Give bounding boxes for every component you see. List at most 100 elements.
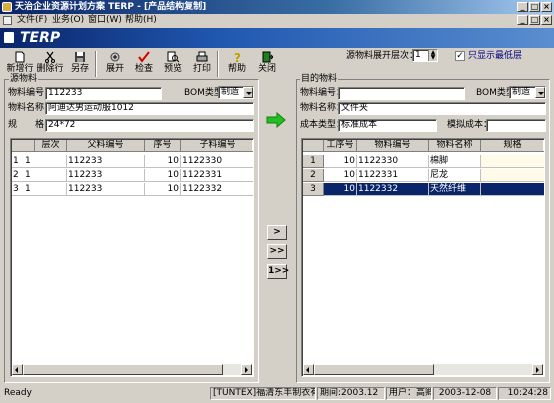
save-as-button[interactable]: 另存 <box>63 50 97 78</box>
menu-help[interactable]: 帮助(H) <box>125 14 157 27</box>
source-group-legend: 源物料 <box>9 74 39 84</box>
target-col-code[interactable]: 物料编号 <box>357 140 429 152</box>
source-col-level[interactable]: 层次 <box>35 140 67 152</box>
cell-op: 10 <box>324 183 357 196</box>
target-bom-value: 制造 <box>512 87 531 97</box>
only-lowest-checkbox[interactable]: ✓ <box>455 51 465 61</box>
cell-seq: 10 <box>145 183 181 196</box>
scroll-thumb[interactable] <box>23 364 223 375</box>
table-row-selected[interactable]: 3 10 1122332 天然纤维 <box>303 183 544 196</box>
target-name-input[interactable]: 文件夹 <box>338 102 546 115</box>
source-bom-select[interactable]: 制造 <box>218 86 254 99</box>
cell-code: 1122332 <box>357 183 429 196</box>
cell-parent: 112233 <box>67 169 145 182</box>
chevron-down-icon[interactable] <box>535 87 545 98</box>
toolbar-separator <box>95 51 97 77</box>
status-date: 2003-12-08 <box>433 387 497 400</box>
target-grid[interactable]: 工序号 物料编号 物料名称 规格 1 10 1122330 棉脚 2 10 11… <box>301 138 545 377</box>
scroll-thumb[interactable] <box>314 364 434 375</box>
scroll-left-icon[interactable] <box>303 364 314 375</box>
cell-op: 10 <box>324 169 357 182</box>
new-document-icon <box>15 51 25 63</box>
spinner-arrows-icon[interactable]: ▲ ▼ <box>428 50 437 61</box>
app-logo: TERP <box>20 30 61 46</box>
status-user: 用户：高卿 <box>386 387 432 400</box>
exit-door-icon <box>262 51 273 63</box>
question-mark-icon: ? <box>234 51 241 63</box>
scroll-right-icon[interactable] <box>532 364 543 375</box>
cell-name: 棉脚 <box>429 155 481 168</box>
target-col-name[interactable]: 物料名称 <box>429 140 481 152</box>
help-button[interactable]: ? 帮助 <box>220 50 254 78</box>
cell-seq: 10 <box>145 155 181 168</box>
printer-icon <box>196 51 208 62</box>
cell-code: 1122331 <box>357 169 429 182</box>
row-number: 2 <box>303 169 324 182</box>
help-label: 帮助 <box>227 64 246 74</box>
target-col-op[interactable]: 工序号 <box>324 140 357 152</box>
child-restore-button[interactable]: □ <box>529 15 540 25</box>
expand-level-spinner[interactable]: 1 ▲ ▼ <box>412 49 438 62</box>
target-code-input[interactable] <box>338 87 465 100</box>
table-row[interactable]: 2 10 1122331 尼龙 <box>303 169 544 182</box>
maximize-button[interactable]: □ <box>529 2 540 12</box>
cell-op: 10 <box>324 155 357 168</box>
cell-child: 1122330 <box>181 155 253 168</box>
target-bom-select[interactable]: 制造 <box>509 86 546 99</box>
cell-level: 1 <box>24 183 67 196</box>
close-window-button[interactable]: × <box>541 2 552 12</box>
menu-window[interactable]: 窗口(W) <box>88 14 122 27</box>
chevron-down-icon[interactable] <box>243 87 253 98</box>
window-title: 天治企业资源计划方案 TERP - [产品结构复制] <box>15 2 207 12</box>
target-sim-input[interactable] <box>486 119 546 132</box>
check-icon <box>138 51 150 63</box>
svg-text:?: ? <box>234 51 241 63</box>
table-row[interactable]: 1 10 1122330 棉脚 <box>303 155 544 168</box>
cell-code: 1122330 <box>357 155 429 168</box>
source-col-parent[interactable]: 父料编号 <box>67 140 145 152</box>
minimize-button[interactable]: _ <box>517 2 528 12</box>
title-bar: 天治企业资源计划方案 TERP - [产品结构复制] _ □ × <box>0 0 554 14</box>
cell-parent: 112233 <box>67 155 145 168</box>
target-col-spec[interactable]: 规格 <box>481 140 544 152</box>
cell-spec <box>481 183 544 196</box>
source-spec-input[interactable]: 24*72 <box>45 119 254 132</box>
source-col-seq[interactable]: 序号 <box>145 140 181 152</box>
magnifier-icon <box>167 51 179 63</box>
cell-parent: 112233 <box>67 183 145 196</box>
move-all-button[interactable]: >> <box>267 244 287 259</box>
status-period: 期间:2003.12 <box>317 387 385 400</box>
table-row[interactable]: 3 1 112233 10 1122332 <box>12 183 253 196</box>
table-row[interactable]: 2 1 112233 10 1122331 <box>12 169 253 182</box>
row-number: 2 <box>12 169 24 182</box>
delete-row-button[interactable]: 删除行 <box>33 50 67 78</box>
transfer-arrow-icon <box>266 112 286 128</box>
menu-file[interactable]: 文件(F) <box>17 14 47 27</box>
source-grid[interactable]: 层次 父料编号 序号 子料编号 1 1 112233 10 1122330 2 … <box>10 138 254 377</box>
scroll-left-icon[interactable] <box>12 364 23 375</box>
target-cost-input[interactable]: 标准成本 <box>338 119 437 132</box>
row-header-corner <box>12 140 35 152</box>
logo-banner: TERP <box>0 28 554 48</box>
move-one-button[interactable]: > <box>267 225 287 240</box>
target-horizontal-scrollbar[interactable] <box>303 364 543 375</box>
row-number: 3 <box>12 183 24 196</box>
source-name-input[interactable]: 阿迪达男运动服1012 <box>45 102 254 115</box>
source-col-child[interactable]: 子料编号 <box>181 140 253 152</box>
row-header-corner <box>303 140 324 152</box>
source-code-input[interactable]: 112233 <box>45 87 162 100</box>
target-group-legend: 目的物料 <box>300 74 339 84</box>
scroll-right-icon[interactable] <box>241 364 252 375</box>
source-horizontal-scrollbar[interactable] <box>12 364 252 375</box>
cell-level: 1 <box>24 169 67 182</box>
menu-business[interactable]: 业务(O) <box>52 14 84 27</box>
close-button[interactable]: 关闭 <box>250 50 284 78</box>
child-minimize-button[interactable]: _ <box>517 15 528 25</box>
floppy-disk-icon <box>75 52 85 62</box>
cell-name: 天然纤维 <box>429 183 481 196</box>
child-close-button[interactable]: × <box>541 15 552 25</box>
print-button[interactable]: 打印 <box>185 50 219 78</box>
only-lowest-label: 只显示最低层 <box>468 51 523 61</box>
table-row[interactable]: 1 1 112233 10 1122330 <box>12 155 253 168</box>
move-level-button[interactable]: 1>> <box>267 264 289 279</box>
